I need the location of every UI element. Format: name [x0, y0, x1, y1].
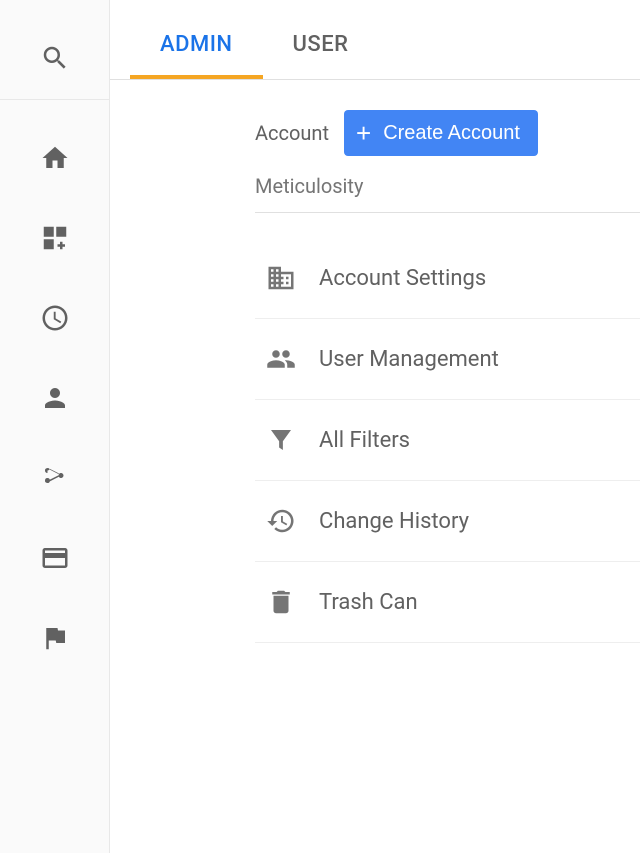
menu-label: Change History — [319, 509, 469, 534]
building-icon — [265, 262, 297, 294]
account-menu: Account Settings User Management All Fil… — [255, 238, 640, 643]
nav-dashboard[interactable] — [0, 200, 109, 280]
menu-label: User Management — [319, 347, 499, 372]
menu-user-management[interactable]: User Management — [255, 319, 640, 400]
card-icon — [40, 543, 70, 577]
menu-all-filters[interactable]: All Filters — [255, 400, 640, 481]
filter-icon — [265, 424, 297, 456]
tab-user[interactable]: USER — [263, 32, 379, 79]
nav-conversions[interactable] — [0, 600, 109, 680]
search-icon — [40, 43, 70, 77]
nav-acquisition[interactable] — [0, 440, 109, 520]
account-name[interactable]: Meticulosity — [255, 174, 640, 213]
menu-label: Trash Can — [319, 590, 418, 615]
tab-admin[interactable]: ADMIN — [130, 32, 263, 79]
person-icon — [40, 383, 70, 417]
home-icon — [40, 143, 70, 177]
admin-panel: Account + Create Account Meticulosity Ac… — [110, 80, 640, 643]
widgets-icon — [40, 223, 70, 257]
group-icon — [265, 343, 297, 375]
sidebar — [0, 0, 110, 853]
menu-label: Account Settings — [319, 266, 486, 291]
create-account-button[interactable]: + Create Account — [344, 110, 538, 156]
account-header: Account + Create Account — [255, 110, 640, 156]
history-icon — [265, 505, 297, 537]
account-label: Account — [255, 121, 329, 145]
menu-label: All Filters — [319, 428, 410, 453]
nav-behavior[interactable] — [0, 520, 109, 600]
search-button[interactable] — [0, 20, 109, 100]
main-content: ADMIN USER Account + Create Account Meti… — [110, 0, 640, 853]
share-icon — [40, 463, 70, 497]
nav-realtime[interactable] — [0, 280, 109, 360]
clock-icon — [40, 303, 70, 337]
menu-change-history[interactable]: Change History — [255, 481, 640, 562]
flag-icon — [40, 623, 70, 657]
tab-bar: ADMIN USER — [110, 0, 640, 80]
menu-account-settings[interactable]: Account Settings — [255, 238, 640, 319]
trash-icon — [265, 586, 297, 618]
nav-audience[interactable] — [0, 360, 109, 440]
nav-home[interactable] — [0, 120, 109, 200]
create-account-label: Create Account — [383, 122, 520, 145]
menu-trash-can[interactable]: Trash Can — [255, 562, 640, 643]
plus-icon: + — [356, 120, 371, 146]
